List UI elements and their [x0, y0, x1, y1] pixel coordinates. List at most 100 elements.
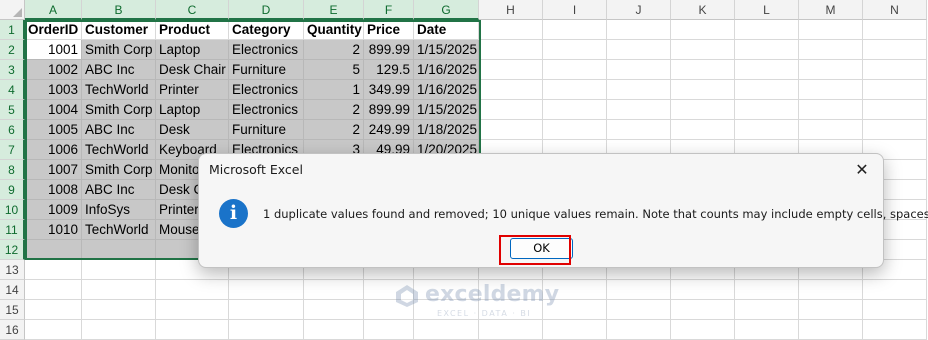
row-header-3[interactable]: 3 — [0, 60, 25, 80]
cell-E5[interactable]: 2 — [304, 100, 364, 120]
cell-B13[interactable] — [82, 260, 156, 280]
cell-E2[interactable]: 2 — [304, 40, 364, 60]
cell-F3[interactable]: 129.5 — [364, 60, 414, 80]
cell-H16[interactable] — [479, 320, 543, 340]
cell-J16[interactable] — [607, 320, 671, 340]
cell-A16[interactable] — [25, 320, 82, 340]
cell-L4[interactable] — [735, 80, 799, 100]
cell-K6[interactable] — [671, 120, 735, 140]
cell-C5[interactable]: Laptop — [156, 100, 229, 120]
row-header-10[interactable]: 10 — [0, 200, 25, 220]
cell-I4[interactable] — [543, 80, 607, 100]
close-icon[interactable]: ✕ — [849, 158, 875, 182]
cell-D14[interactable] — [229, 280, 304, 300]
cell-I1[interactable] — [543, 20, 607, 40]
column-header-H[interactable]: H — [479, 0, 543, 20]
column-header-N[interactable]: N — [863, 0, 927, 20]
cell-M1[interactable] — [799, 20, 863, 40]
column-header-A[interactable]: A — [25, 0, 82, 20]
cell-D3[interactable]: Furniture — [229, 60, 304, 80]
cell-E1[interactable]: Quantity — [304, 20, 364, 40]
cell-N14[interactable] — [863, 280, 927, 300]
cell-G6[interactable]: 1/18/2025 — [414, 120, 479, 140]
cell-H1[interactable] — [479, 20, 543, 40]
row-header-12[interactable]: 12 — [0, 240, 25, 260]
cell-L6[interactable] — [735, 120, 799, 140]
column-header-K[interactable]: K — [671, 0, 735, 20]
cell-E14[interactable] — [304, 280, 364, 300]
cell-G4[interactable]: 1/16/2025 — [414, 80, 479, 100]
row-header-9[interactable]: 9 — [0, 180, 25, 200]
cell-D1[interactable]: Category — [229, 20, 304, 40]
cell-B15[interactable] — [82, 300, 156, 320]
cell-J2[interactable] — [607, 40, 671, 60]
cell-C14[interactable] — [156, 280, 229, 300]
cell-J3[interactable] — [607, 60, 671, 80]
cell-M6[interactable] — [799, 120, 863, 140]
cell-J1[interactable] — [607, 20, 671, 40]
cell-L2[interactable] — [735, 40, 799, 60]
cell-B1[interactable]: Customer — [82, 20, 156, 40]
cell-J6[interactable] — [607, 120, 671, 140]
row-header-14[interactable]: 14 — [0, 280, 25, 300]
cell-G3[interactable]: 1/16/2025 — [414, 60, 479, 80]
row-header-5[interactable]: 5 — [0, 100, 25, 120]
cell-A6[interactable]: 1005 — [25, 120, 82, 140]
cell-D6[interactable]: Furniture — [229, 120, 304, 140]
cell-D16[interactable] — [229, 320, 304, 340]
column-header-G[interactable]: G — [414, 0, 479, 20]
cell-N4[interactable] — [863, 80, 927, 100]
cell-K16[interactable] — [671, 320, 735, 340]
ok-button[interactable]: OK — [510, 238, 573, 259]
column-header-J[interactable]: J — [607, 0, 671, 20]
cell-C3[interactable]: Desk Chair — [156, 60, 229, 80]
cell-M14[interactable] — [799, 280, 863, 300]
cell-B12[interactable] — [82, 240, 156, 260]
cell-A12[interactable] — [25, 240, 82, 260]
cell-A5[interactable]: 1004 — [25, 100, 82, 120]
cell-A2[interactable]: 1001 — [25, 40, 82, 60]
cell-D4[interactable]: Electronics — [229, 80, 304, 100]
cell-D15[interactable] — [229, 300, 304, 320]
cell-G5[interactable]: 1/15/2025 — [414, 100, 479, 120]
row-header-1[interactable]: 1 — [0, 20, 25, 40]
row-header-8[interactable]: 8 — [0, 160, 25, 180]
cell-A10[interactable]: 1009 — [25, 200, 82, 220]
cell-M4[interactable] — [799, 80, 863, 100]
cell-G16[interactable] — [414, 320, 479, 340]
cell-A14[interactable] — [25, 280, 82, 300]
cell-A13[interactable] — [25, 260, 82, 280]
cell-C2[interactable]: Laptop — [156, 40, 229, 60]
cell-A15[interactable] — [25, 300, 82, 320]
cell-G1[interactable]: Date — [414, 20, 479, 40]
column-header-L[interactable]: L — [735, 0, 799, 20]
cell-F6[interactable]: 249.99 — [364, 120, 414, 140]
cell-C1[interactable]: Product — [156, 20, 229, 40]
cell-E3[interactable]: 5 — [304, 60, 364, 80]
row-header-4[interactable]: 4 — [0, 80, 25, 100]
cell-N2[interactable] — [863, 40, 927, 60]
column-header-F[interactable]: F — [364, 0, 414, 20]
cell-F5[interactable]: 899.99 — [364, 100, 414, 120]
column-header-B[interactable]: B — [82, 0, 156, 20]
cell-B4[interactable]: TechWorld — [82, 80, 156, 100]
cell-A1[interactable]: OrderID — [25, 20, 82, 40]
cell-N5[interactable] — [863, 100, 927, 120]
cell-L3[interactable] — [735, 60, 799, 80]
cell-H2[interactable] — [479, 40, 543, 60]
cell-N6[interactable] — [863, 120, 927, 140]
cell-C15[interactable] — [156, 300, 229, 320]
select-all-corner[interactable] — [0, 0, 25, 20]
cell-B6[interactable]: ABC Inc — [82, 120, 156, 140]
cell-E15[interactable] — [304, 300, 364, 320]
cell-C6[interactable]: Desk — [156, 120, 229, 140]
column-header-C[interactable]: C — [156, 0, 229, 20]
cell-D2[interactable]: Electronics — [229, 40, 304, 60]
cell-I3[interactable] — [543, 60, 607, 80]
cell-K5[interactable] — [671, 100, 735, 120]
row-header-16[interactable]: 16 — [0, 320, 25, 340]
column-header-M[interactable]: M — [799, 0, 863, 20]
cell-A8[interactable]: 1007 — [25, 160, 82, 180]
cell-M2[interactable] — [799, 40, 863, 60]
cell-K3[interactable] — [671, 60, 735, 80]
